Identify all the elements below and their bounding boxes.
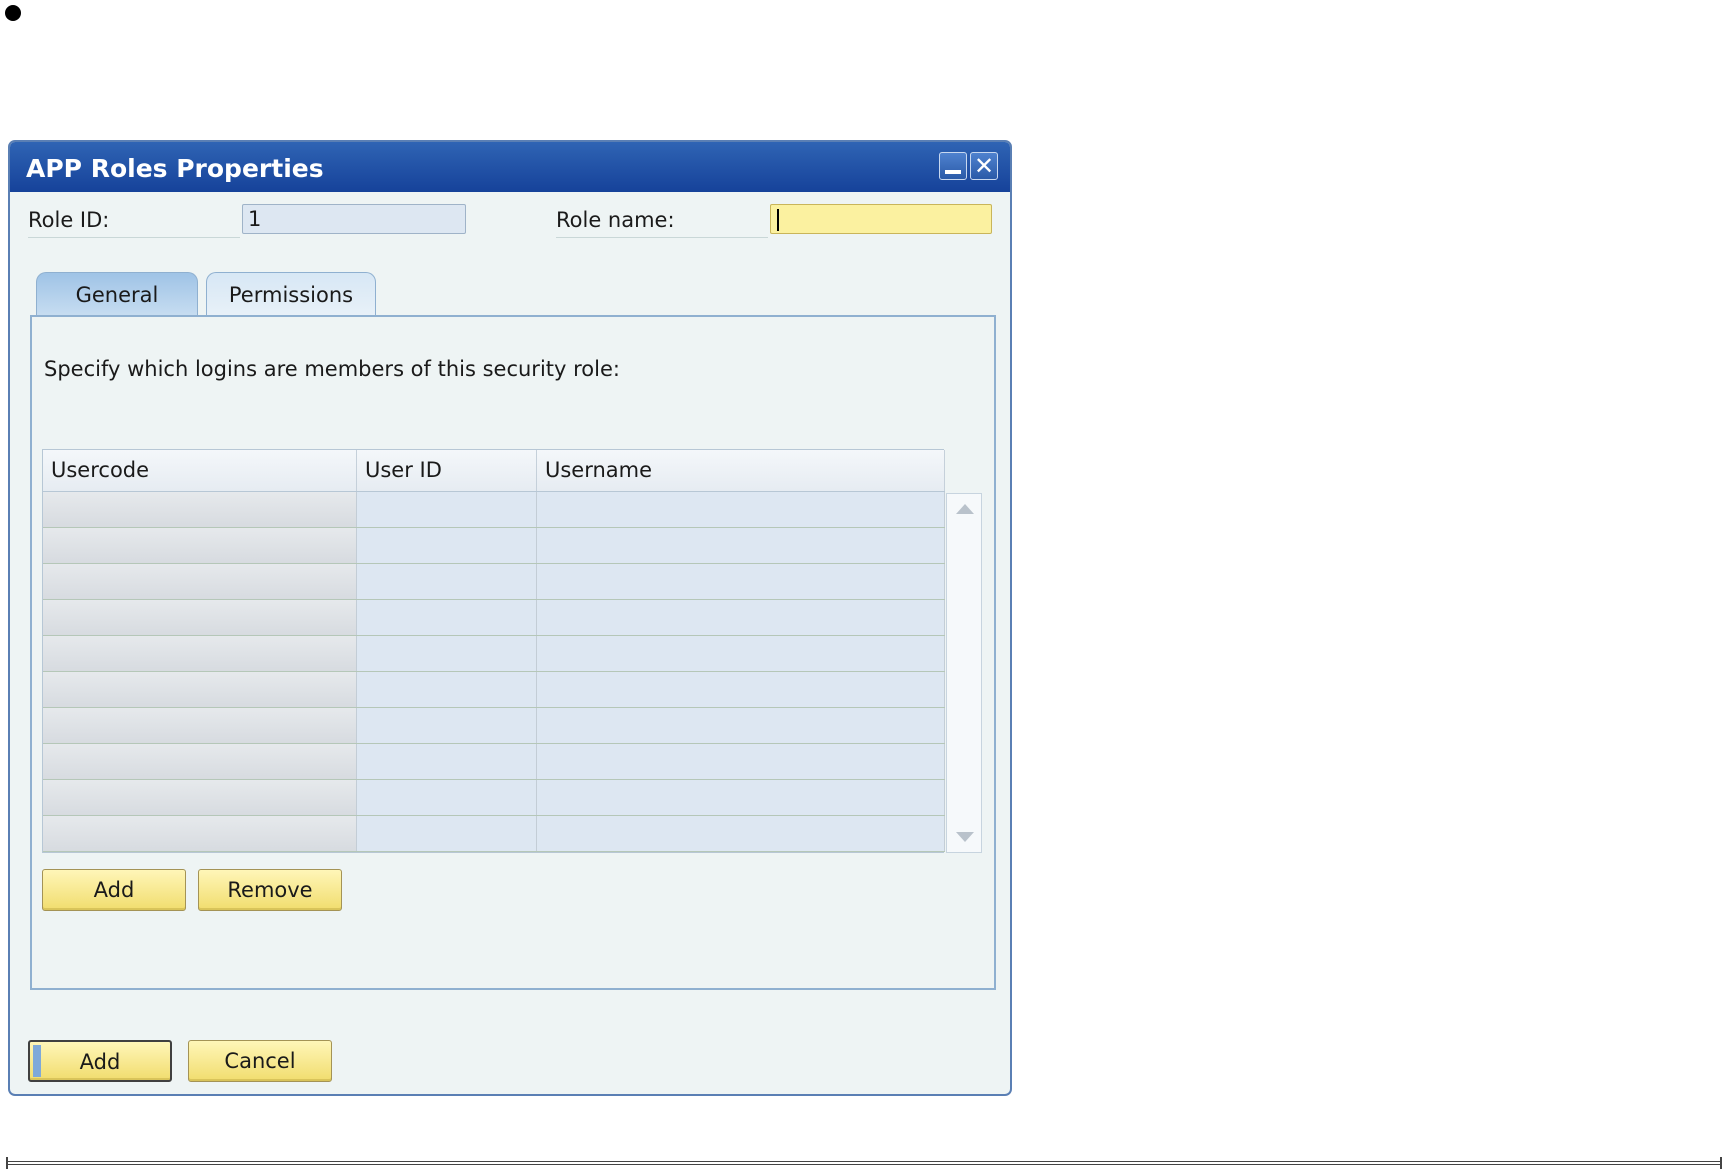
members-table: Usercode User ID Username [42,449,945,853]
role-id-label: Role ID: [28,208,110,232]
table-row[interactable] [43,528,945,564]
username-cell [537,492,945,527]
tab-container: Permissions General Specify which logins… [30,272,996,990]
general-tab-panel: Specify which logins are members of this… [30,315,996,990]
usercode-cell[interactable] [43,564,357,599]
role-id-field[interactable]: 1 [242,204,466,234]
members-instruction: Specify which logins are members of this… [44,357,620,381]
title-bar[interactable]: APP Roles Properties ✕ [10,142,1010,192]
username-cell [537,528,945,563]
remove-member-button[interactable]: Remove [198,869,342,911]
focus-indicator [33,1045,41,1077]
username-cell [537,708,945,743]
scroll-down-arrow-icon[interactable] [956,832,974,842]
usercode-cell[interactable] [43,816,357,851]
tab-general[interactable]: General [36,272,198,316]
user-id-cell [357,672,537,707]
add-button[interactable]: Add [28,1040,172,1082]
username-cell [537,564,945,599]
add-member-button[interactable]: Add [42,869,186,911]
column-header-user-id[interactable]: User ID [357,450,537,491]
bullet-marker [5,5,21,21]
user-id-cell [357,708,537,743]
table-header: Usercode User ID Username [43,450,945,492]
usercode-cell[interactable] [43,528,357,563]
table-row[interactable] [43,636,945,672]
role-name-field[interactable] [770,204,992,234]
username-cell [537,780,945,815]
usercode-cell[interactable] [43,600,357,635]
table-row[interactable] [43,492,945,528]
username-cell [537,816,945,851]
table-row[interactable] [43,816,945,852]
minimize-icon[interactable] [939,152,967,180]
usercode-cell[interactable] [43,636,357,671]
table-row[interactable] [43,780,945,816]
user-id-cell [357,636,537,671]
user-id-cell [357,564,537,599]
role-name-label: Role name: [556,208,675,232]
column-header-username[interactable]: Username [537,450,945,491]
usercode-cell[interactable] [43,492,357,527]
user-id-cell [357,492,537,527]
role-id-underline [28,237,240,238]
usercode-cell[interactable] [43,708,357,743]
table-row[interactable] [43,744,945,780]
window-title: APP Roles Properties [26,154,324,183]
role-name-underline [556,237,768,238]
cancel-button[interactable]: Cancel [188,1040,332,1082]
username-cell [537,600,945,635]
close-icon[interactable]: ✕ [970,152,998,180]
user-id-cell [357,816,537,851]
table-row[interactable] [43,600,945,636]
app-roles-properties-dialog: APP Roles Properties ✕ Role ID: 1 Role n… [8,140,1012,1096]
text-caret [777,209,779,231]
table-row[interactable] [43,708,945,744]
tab-permissions[interactable]: Permissions [206,272,376,316]
usercode-cell[interactable] [43,672,357,707]
user-id-cell [357,744,537,779]
scroll-up-arrow-icon[interactable] [956,504,974,514]
table-row[interactable] [43,564,945,600]
user-id-cell [357,528,537,563]
usercode-cell[interactable] [43,780,357,815]
username-cell [537,672,945,707]
user-id-cell [357,600,537,635]
column-header-usercode[interactable]: Usercode [43,450,357,491]
add-button-label: Add [79,1050,121,1074]
usercode-cell[interactable] [43,744,357,779]
table-scrollbar[interactable] [946,493,982,853]
username-cell [537,636,945,671]
horizontal-rule [6,1157,1722,1169]
user-id-cell [357,780,537,815]
table-row[interactable] [43,672,945,708]
username-cell [537,744,945,779]
